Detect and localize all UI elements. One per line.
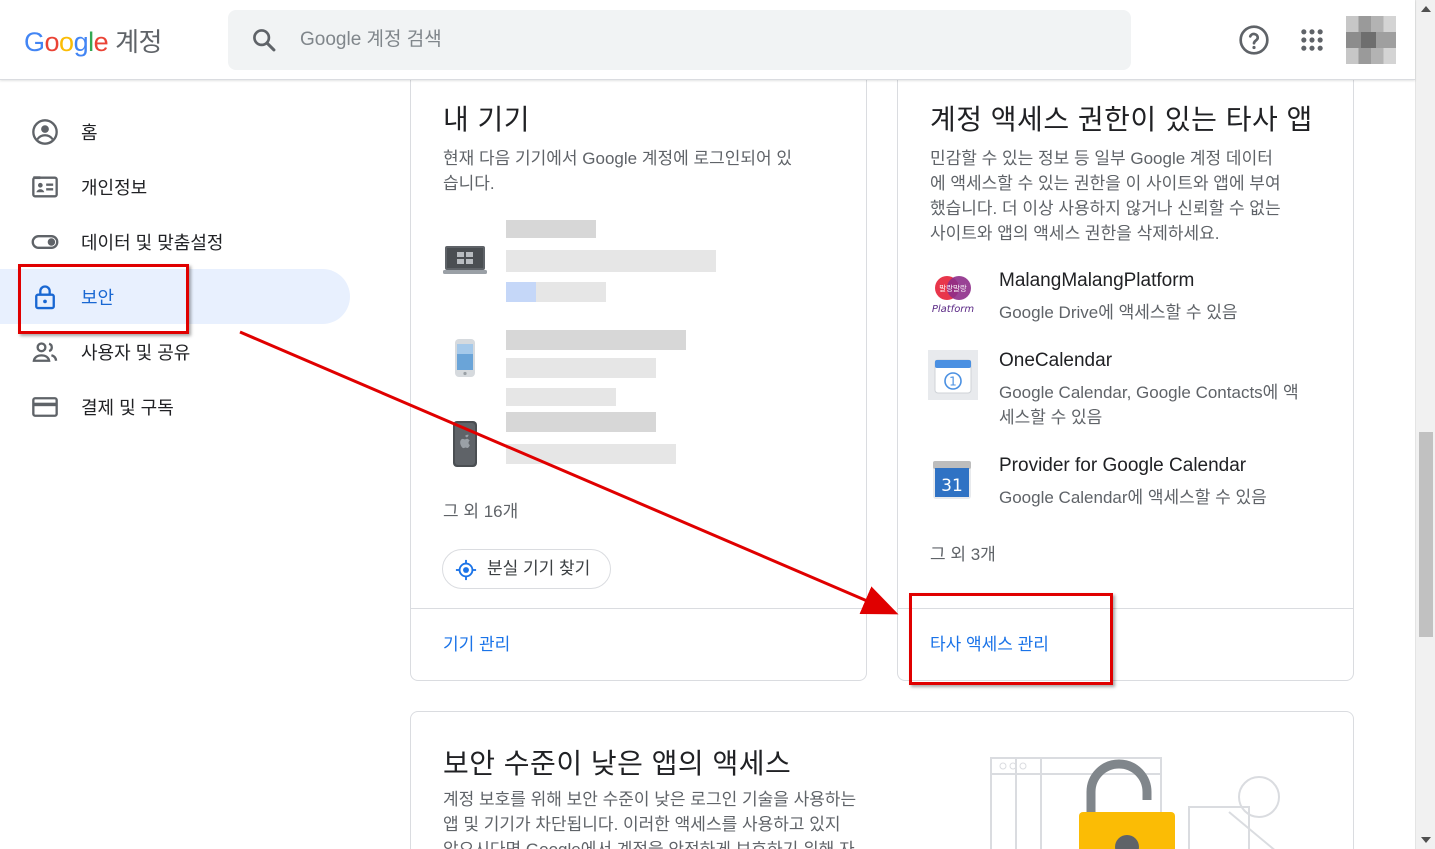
scroll-down-arrow[interactable]	[1421, 837, 1431, 843]
app-row-malang[interactable]: 말랑말랑 Platform MalangMalangPlatform Googl…	[928, 270, 1328, 330]
app-name: Provider for Google Calendar	[999, 455, 1247, 476]
sidebar-item-label: 결제 및 구독	[81, 398, 174, 418]
app-access: Google Calendar, Google Contacts에 액 세스할 …	[999, 383, 1299, 427]
toggle-icon	[31, 235, 59, 249]
sidebar-item-data-personalization[interactable]: 데이터 및 맞춤설정	[0, 214, 350, 269]
sidebar-item-label: 사용자 및 공유	[81, 343, 191, 363]
svg-text:말랑말랑: 말랑말랑	[939, 284, 967, 293]
svg-text:Platform: Platform	[932, 304, 975, 315]
apps-card-description: 민감할 수 있는 정보 등 일부 Google 계정 데이터 에 액세스할 수 …	[930, 149, 1281, 243]
app-row-onecalendar[interactable]: 1 OneCalendar Google Calendar, Google Co…	[928, 350, 1328, 430]
app-name: MalangMalangPlatform	[999, 270, 1195, 291]
locate-target-icon	[455, 559, 477, 581]
id-card-icon	[32, 176, 58, 198]
logo-suffix: 계정	[115, 27, 162, 57]
phone-icon	[455, 339, 475, 377]
search-bar[interactable]	[228, 10, 1131, 70]
google-calendar-icon: 31	[933, 461, 971, 499]
sidebar-nav: 홈 개인정보 데이터 및 맞춤설정 보안 사용자 및 공유 결제 및 구독	[0, 104, 350, 434]
apps-grid-icon[interactable]	[1298, 26, 1326, 54]
manage-devices-link[interactable]: 기기 관리	[443, 630, 510, 655]
credit-card-icon	[32, 397, 58, 417]
sidebar-item-label: 보안	[81, 288, 115, 308]
sidebar-item-label: 개인정보	[81, 178, 148, 198]
sidebar-item-people-sharing[interactable]: 사용자 및 공유	[0, 324, 350, 379]
scroll-up-arrow[interactable]	[1421, 6, 1431, 12]
iphone-icon	[453, 421, 477, 467]
onecalendar-icon: 1	[928, 350, 978, 400]
scrollbar-thumb[interactable]	[1419, 432, 1433, 637]
svg-text:1: 1	[949, 375, 957, 389]
app-row-provider-google-calendar[interactable]: 31 Provider for Google Calendar Google C…	[928, 455, 1328, 515]
devices-more-count: 그 외 16개	[443, 502, 519, 521]
svg-text:31: 31	[941, 476, 963, 496]
app-access: Google Drive에 액세스할 수 있음	[999, 303, 1238, 322]
device-row[interactable]	[443, 406, 843, 496]
lock-icon	[35, 285, 55, 310]
avatar[interactable]	[1346, 16, 1396, 64]
google-account-logo[interactable]: Google 계정	[24, 22, 162, 59]
sidebar-item-home[interactable]: 홈	[0, 104, 350, 159]
devices-card: 내 기기 현재 다음 기기에서 Google 계정에 로그인되어 있 습니다. …	[410, 60, 867, 681]
sidebar-item-personal-info[interactable]: 개인정보	[0, 159, 350, 214]
devices-card-title: 내 기기	[443, 104, 531, 135]
low-security-description: 계정 보호를 위해 보안 수준이 낮은 로그인 기술을 사용하는 앱 및 기기가…	[443, 790, 857, 849]
third-party-apps-card: 계정 액세스 권한이 있는 타사 앱 민감할 수 있는 정보 등 일부 Goog…	[897, 60, 1354, 681]
find-lost-device-label: 분실 기기 찾기	[487, 559, 591, 578]
laptop-icon	[443, 246, 487, 274]
devices-card-description: 현재 다음 기기에서 Google 계정에 로그인되어 있 습니다.	[443, 149, 793, 193]
device-row[interactable]	[443, 216, 843, 306]
sidebar-item-security[interactable]: 보안	[0, 269, 350, 324]
device-row[interactable]	[443, 328, 843, 418]
sidebar-item-label: 데이터 및 맞춤설정	[81, 233, 224, 253]
manage-third-party-access-link[interactable]: 타사 액세스 관리	[930, 630, 1049, 655]
app-access: Google Calendar에 액세스할 수 있음	[999, 488, 1267, 507]
sidebar-item-payments[interactable]: 결제 및 구독	[0, 379, 350, 434]
page-scrollbar[interactable]	[1415, 0, 1435, 849]
sidebar-item-label: 홈	[81, 123, 98, 143]
malang-logo-icon: 말랑말랑 Platform	[932, 276, 975, 315]
help-icon[interactable]	[1238, 24, 1270, 56]
find-lost-device-button[interactable]: 분실 기기 찾기	[442, 549, 612, 589]
apps-card-title: 계정 액세스 권한이 있는 타사 앱	[930, 104, 1313, 135]
apps-more-count: 그 외 3개	[930, 545, 996, 564]
people-icon	[32, 342, 58, 362]
low-security-title: 보안 수준이 낮은 앱의 액세스	[443, 748, 792, 779]
low-security-app-access-card: 보안 수준이 낮은 앱의 액세스 계정 보호를 위해 보안 수준이 낮은 로그인…	[410, 711, 1354, 849]
app-header: Google 계정	[0, 0, 1415, 80]
unlocked-padlock-illustration-icon	[990, 757, 1280, 849]
search-icon[interactable]	[250, 26, 278, 54]
apps-card-divider	[898, 608, 1353, 609]
search-input[interactable]	[300, 20, 1100, 60]
devices-card-divider	[411, 608, 866, 609]
app-name: OneCalendar	[999, 350, 1113, 371]
account-circle-icon	[32, 119, 58, 145]
